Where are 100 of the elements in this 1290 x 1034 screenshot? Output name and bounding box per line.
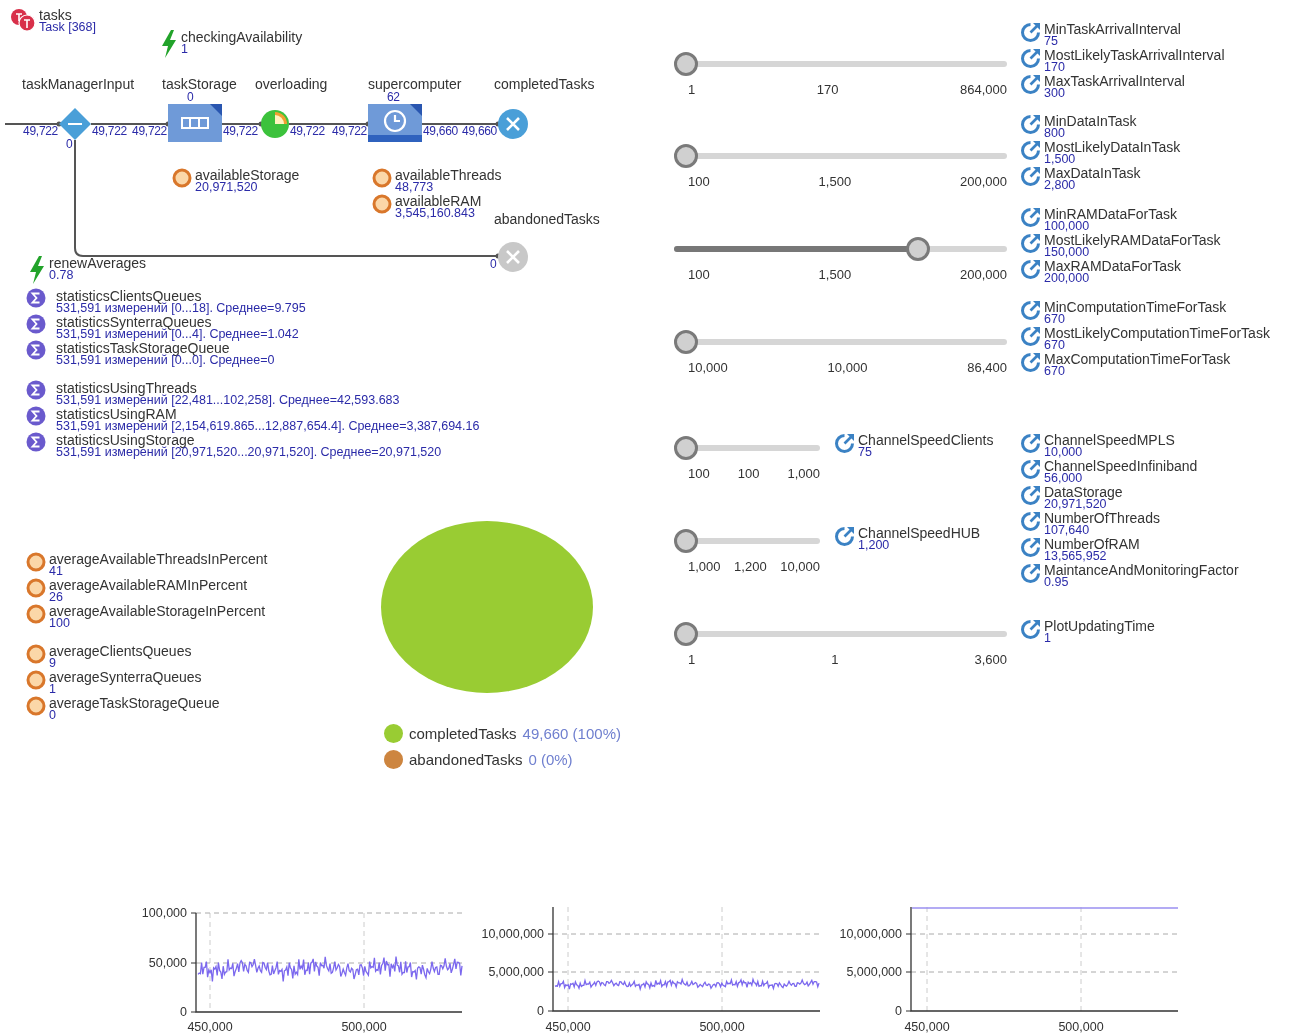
port-count: 49,722 — [92, 125, 127, 138]
variable-icon — [172, 168, 192, 188]
parameter-icon — [1020, 352, 1041, 373]
statistics-icon — [26, 380, 46, 400]
parameter-name: DataStorage — [1044, 485, 1123, 499]
slider[interactable] — [674, 237, 1007, 261]
statistics-summary: 531,591 измерений [2,154,619.865...12,887,654.4]. Среднее=3,387,694.16 — [56, 421, 480, 432]
lightning-icon — [28, 256, 46, 284]
parameter-icon — [1020, 233, 1041, 254]
variable-icon — [26, 670, 46, 690]
slider-thumb[interactable] — [674, 529, 698, 553]
parameter-icon — [1020, 114, 1041, 135]
slider-thumb[interactable] — [674, 52, 698, 76]
port-count: 49,660 — [462, 125, 497, 138]
slider-thumb[interactable] — [674, 330, 698, 354]
block-name: taskStorage — [162, 76, 237, 92]
parameter-icon — [1020, 326, 1041, 347]
parameter-name: NumberOfThreads — [1044, 511, 1160, 525]
parameter-value: 0.95 — [1044, 577, 1069, 588]
slider-tick-label: 1,500 — [818, 267, 852, 282]
statistics-icon — [26, 340, 46, 360]
axis-tick-label: 450,000 — [545, 1020, 591, 1034]
parameter-value: 20,971,520 — [1044, 499, 1107, 510]
statistics-name: statisticsUsingStorage — [56, 433, 195, 447]
parameter-icon — [1020, 563, 1041, 584]
variable-name: averageAvailableRAMInPercent — [49, 578, 248, 592]
variable-value: 3,545,160.843 — [395, 208, 476, 219]
slider-tick-label: 1,200 — [734, 559, 767, 574]
slider[interactable] — [674, 436, 820, 460]
port-count: 49,722 — [132, 125, 167, 138]
parameter-icon — [834, 433, 855, 454]
port-count: 49,722 — [332, 125, 367, 138]
port-count: 0 — [66, 138, 73, 151]
slider-tick-label: 1 — [831, 652, 839, 667]
slider-tick-label: 1,000 — [688, 559, 721, 574]
event-value: 0.78 — [49, 270, 74, 281]
variable-value: 41 — [49, 566, 63, 577]
block-count: 62 — [387, 91, 400, 104]
parameter-name: ChannelSpeedHUB — [858, 526, 981, 540]
statistics-icon — [26, 314, 46, 334]
slider-thumb[interactable] — [674, 144, 698, 168]
variable-icon — [26, 604, 46, 624]
axis-tick-label: 5,000,000 — [488, 965, 544, 979]
statistics-name: statisticsUsingThreads — [56, 381, 197, 395]
variable-value: 20,971,520 — [195, 182, 258, 193]
slider-thumb[interactable] — [905, 237, 930, 261]
legend-label: completedTasks — [409, 725, 517, 742]
variable-value: 26 — [49, 592, 63, 603]
slider[interactable] — [674, 330, 1007, 354]
parameter-name: MostLikelyTaskArrivalInterval — [1044, 48, 1225, 62]
parameter-name: PlotUpdatingTime — [1044, 619, 1155, 633]
slider-thumb[interactable] — [674, 622, 698, 646]
clock-block-icon — [368, 104, 422, 142]
slider[interactable] — [674, 52, 1007, 76]
slider-tick-label: 10,000 — [827, 360, 868, 375]
slider-tick-label: 10,000 — [780, 559, 820, 574]
variable-value: 0 — [49, 710, 56, 721]
event-value: 1 — [181, 44, 188, 55]
statistics-name: statisticsClientsQueues — [56, 289, 202, 303]
event-name: checkingAvailability — [181, 30, 303, 44]
axis-tick-label: 0 — [895, 1004, 902, 1018]
queue-block-icon — [168, 104, 222, 142]
population-count: Task [368] — [39, 22, 96, 33]
axis-tick-label: 450,000 — [187, 1020, 233, 1034]
parameter-name: MinComputationTimeForTask — [1044, 300, 1227, 314]
slider-tick-label: 1,000 — [787, 466, 820, 481]
variable-icon — [26, 696, 46, 716]
parameter-value: 800 — [1044, 128, 1066, 139]
slider-thumb[interactable] — [674, 436, 698, 460]
population-name: tasks — [39, 8, 72, 22]
slider-tick-label: 10,000 — [688, 360, 728, 375]
port-count: 49,722 — [290, 125, 325, 138]
slider-tick-label: 1,500 — [818, 174, 852, 189]
slider[interactable] — [674, 622, 1007, 646]
axis-tick-label: 100,000 — [141, 906, 187, 920]
parameter-icon — [1020, 207, 1041, 228]
block-name: supercomputer — [368, 76, 462, 92]
sink-icon — [498, 242, 528, 272]
statistics-summary: 531,591 измерений [0...0]. Среднее=0 — [56, 355, 275, 366]
block-count: 0 — [187, 91, 194, 104]
parameter-icon — [1020, 485, 1041, 506]
sink-icon — [498, 109, 528, 139]
slider-tick-label: 864,000 — [960, 82, 1007, 97]
port-count: 49,660 — [423, 125, 458, 138]
parameter-name: MostLikelyRAMDataForTask — [1044, 233, 1221, 247]
parameter-name: MinTaskArrivalInterval — [1044, 22, 1181, 36]
statistics-icon — [26, 288, 46, 308]
statistics-summary: 531,591 измерений [22,481...102,258]. Среднее=42,593.683 — [56, 395, 400, 406]
slider-tick-label: 3,600 — [974, 652, 1007, 667]
parameter-name: MinDataInTask — [1044, 114, 1137, 128]
slider-tick-label: 1 — [688, 652, 696, 667]
parameter-value: 75 — [858, 447, 872, 458]
slider[interactable] — [674, 529, 820, 553]
parameter-name: MostLikelyComputationTimeForTask — [1044, 326, 1270, 340]
parameter-value: 670 — [1044, 366, 1065, 377]
variable-icon — [372, 194, 392, 214]
variable-name: averageClientsQueues — [49, 644, 192, 658]
slider[interactable] — [674, 144, 1007, 168]
statistics-name: statisticsUsingRAM — [56, 407, 177, 421]
legend-value: 0 (0%) — [528, 751, 573, 768]
